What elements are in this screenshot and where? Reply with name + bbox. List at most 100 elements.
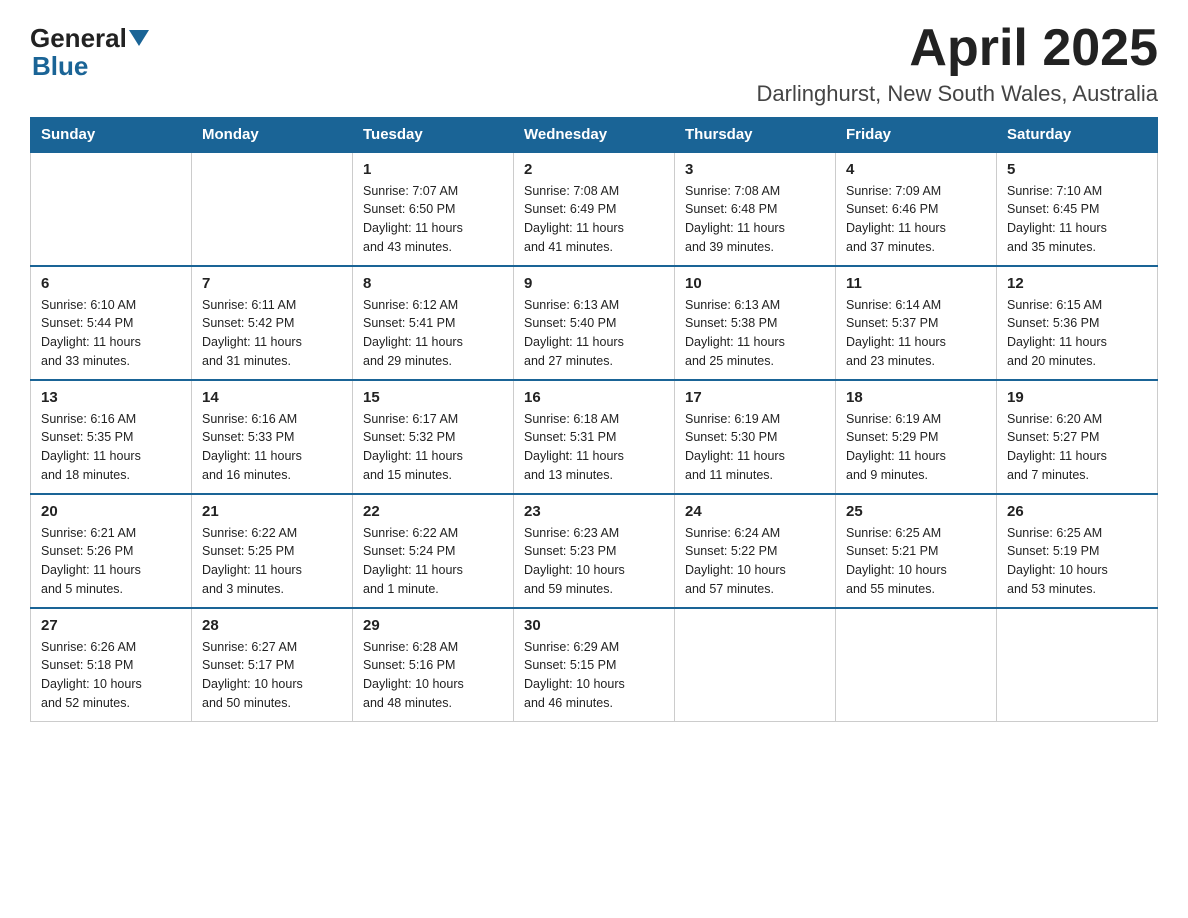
- day-info: Sunrise: 6:13 AM Sunset: 5:38 PM Dayligh…: [685, 296, 825, 371]
- calendar-cell: 29Sunrise: 6:28 AM Sunset: 5:16 PM Dayli…: [353, 608, 514, 722]
- calendar-cell: 10 Sunrise: 6:13 AM Sunset: 5:38 PM Dayli…: [675, 266, 836, 380]
- day-number: 4: [846, 161, 986, 178]
- calendar-cell: 24 Sunrise: 6:24 AM Sunset: 5:22 PM Dayli…: [675, 494, 836, 608]
- day-info: Sunrise: 7:10 AM Sunset: 6:45 PM Dayligh…: [1007, 182, 1147, 257]
- logo-general: General: [30, 25, 127, 51]
- calendar-cell: 11Sunrise: 6:14 AM Sunset: 5:37 PM Dayli…: [836, 266, 997, 380]
- calendar-cell: 16 Sunrise: 6:18 AM Sunset: 5:31 PM Dayli…: [514, 380, 675, 494]
- day-number: 12: [1007, 275, 1147, 292]
- day-number: 23: [524, 503, 664, 520]
- calendar-cell: 19 Sunrise: 6:20 AM Sunset: 5:27 PM Dayli…: [997, 380, 1158, 494]
- calendar-week-5: 27 Sunrise: 6:26 AM Sunset: 5:18 PM Dayli…: [31, 608, 1158, 722]
- day-number: 13: [41, 389, 181, 406]
- calendar-cell: 25 Sunrise: 6:25 AM Sunset: 5:21 PM Dayli…: [836, 494, 997, 608]
- calendar-cell: 20 Sunrise: 6:21 AM Sunset: 5:26 PM Dayli…: [31, 494, 192, 608]
- calendar-cell: [192, 152, 353, 266]
- calendar-week-2: 6 Sunrise: 6:10 AM Sunset: 5:44 PM Daylig…: [31, 266, 1158, 380]
- day-info: Sunrise: 7:07 AM Sunset: 6:50 PM Dayligh…: [363, 182, 503, 257]
- day-info: Sunrise: 6:11 AM Sunset: 5:42 PM Dayligh…: [202, 296, 342, 371]
- day-info: Sunrise: 6:10 AM Sunset: 5:44 PM Dayligh…: [41, 296, 181, 371]
- day-info: Sunrise: 6:17 AM Sunset: 5:32 PM Dayligh…: [363, 410, 503, 485]
- calendar-table: SundayMondayTuesdayWednesdayThursdayFrid…: [30, 117, 1158, 722]
- calendar-cell: [836, 608, 997, 722]
- day-info: Sunrise: 6:19 AM Sunset: 5:30 PM Dayligh…: [685, 410, 825, 485]
- day-info: Sunrise: 6:16 AM Sunset: 5:33 PM Dayligh…: [202, 410, 342, 485]
- calendar-cell: 17 Sunrise: 6:19 AM Sunset: 5:30 PM Dayli…: [675, 380, 836, 494]
- day-number: 1: [363, 161, 503, 178]
- day-number: 6: [41, 275, 181, 292]
- calendar-cell: 15 Sunrise: 6:17 AM Sunset: 5:32 PM Dayli…: [353, 380, 514, 494]
- col-header-thursday: Thursday: [675, 118, 836, 153]
- day-number: 27: [41, 617, 181, 634]
- day-number: 17: [685, 389, 825, 406]
- calendar-cell: 18Sunrise: 6:19 AM Sunset: 5:29 PM Dayli…: [836, 380, 997, 494]
- day-number: 22: [363, 503, 503, 520]
- day-info: Sunrise: 7:08 AM Sunset: 6:48 PM Dayligh…: [685, 182, 825, 257]
- calendar-cell: 9Sunrise: 6:13 AM Sunset: 5:40 PM Daylig…: [514, 266, 675, 380]
- day-info: Sunrise: 6:25 AM Sunset: 5:21 PM Dayligh…: [846, 524, 986, 599]
- calendar-cell: 12 Sunrise: 6:15 AM Sunset: 5:36 PM Dayli…: [997, 266, 1158, 380]
- day-info: Sunrise: 6:12 AM Sunset: 5:41 PM Dayligh…: [363, 296, 503, 371]
- day-info: Sunrise: 6:25 AM Sunset: 5:19 PM Dayligh…: [1007, 524, 1147, 599]
- day-number: 24: [685, 503, 825, 520]
- day-number: 5: [1007, 161, 1147, 178]
- col-header-wednesday: Wednesday: [514, 118, 675, 153]
- calendar-week-1: 1 Sunrise: 7:07 AM Sunset: 6:50 PM Daylig…: [31, 152, 1158, 266]
- day-number: 9: [524, 275, 664, 292]
- calendar-cell: 8 Sunrise: 6:12 AM Sunset: 5:41 PM Daylig…: [353, 266, 514, 380]
- day-info: Sunrise: 6:18 AM Sunset: 5:31 PM Dayligh…: [524, 410, 664, 485]
- calendar-cell: 3 Sunrise: 7:08 AM Sunset: 6:48 PM Daylig…: [675, 152, 836, 266]
- day-info: Sunrise: 6:20 AM Sunset: 5:27 PM Dayligh…: [1007, 410, 1147, 485]
- day-info: Sunrise: 6:22 AM Sunset: 5:25 PM Dayligh…: [202, 524, 342, 599]
- calendar-cell: 21Sunrise: 6:22 AM Sunset: 5:25 PM Dayli…: [192, 494, 353, 608]
- calendar-cell: 26 Sunrise: 6:25 AM Sunset: 5:19 PM Dayli…: [997, 494, 1158, 608]
- day-info: Sunrise: 6:24 AM Sunset: 5:22 PM Dayligh…: [685, 524, 825, 599]
- day-info: Sunrise: 7:08 AM Sunset: 6:49 PM Dayligh…: [524, 182, 664, 257]
- col-header-saturday: Saturday: [997, 118, 1158, 153]
- day-info: Sunrise: 7:09 AM Sunset: 6:46 PM Dayligh…: [846, 182, 986, 257]
- day-number: 28: [202, 617, 342, 634]
- calendar-cell: 23 Sunrise: 6:23 AM Sunset: 5:23 PM Dayli…: [514, 494, 675, 608]
- calendar-cell: 27 Sunrise: 6:26 AM Sunset: 5:18 PM Dayli…: [31, 608, 192, 722]
- page-header: General Blue April 2025 Darlinghurst, Ne…: [30, 20, 1158, 107]
- day-info: Sunrise: 6:23 AM Sunset: 5:23 PM Dayligh…: [524, 524, 664, 599]
- day-number: 10: [685, 275, 825, 292]
- day-number: 30: [524, 617, 664, 634]
- day-number: 29: [363, 617, 503, 634]
- month-title: April 2025: [757, 20, 1158, 77]
- calendar-cell: 6 Sunrise: 6:10 AM Sunset: 5:44 PM Daylig…: [31, 266, 192, 380]
- day-number: 25: [846, 503, 986, 520]
- day-number: 8: [363, 275, 503, 292]
- day-info: Sunrise: 6:29 AM Sunset: 5:15 PM Dayligh…: [524, 638, 664, 713]
- day-number: 14: [202, 389, 342, 406]
- calendar-cell: [675, 608, 836, 722]
- day-info: Sunrise: 6:27 AM Sunset: 5:17 PM Dayligh…: [202, 638, 342, 713]
- calendar-cell: 30 Sunrise: 6:29 AM Sunset: 5:15 PM Dayli…: [514, 608, 675, 722]
- calendar-week-3: 13 Sunrise: 6:16 AM Sunset: 5:35 PM Dayli…: [31, 380, 1158, 494]
- day-info: Sunrise: 6:22 AM Sunset: 5:24 PM Dayligh…: [363, 524, 503, 599]
- day-number: 15: [363, 389, 503, 406]
- logo-text: General: [30, 25, 151, 51]
- calendar-cell: [31, 152, 192, 266]
- calendar-cell: 5 Sunrise: 7:10 AM Sunset: 6:45 PM Daylig…: [997, 152, 1158, 266]
- calendar-cell: 7Sunrise: 6:11 AM Sunset: 5:42 PM Daylig…: [192, 266, 353, 380]
- col-header-friday: Friday: [836, 118, 997, 153]
- day-number: 26: [1007, 503, 1147, 520]
- day-number: 20: [41, 503, 181, 520]
- calendar-cell: 4 Sunrise: 7:09 AM Sunset: 6:46 PM Daylig…: [836, 152, 997, 266]
- day-info: Sunrise: 6:15 AM Sunset: 5:36 PM Dayligh…: [1007, 296, 1147, 371]
- col-header-sunday: Sunday: [31, 118, 192, 153]
- logo-blue: Blue: [30, 51, 88, 82]
- day-info: Sunrise: 6:16 AM Sunset: 5:35 PM Dayligh…: [41, 410, 181, 485]
- day-info: Sunrise: 6:21 AM Sunset: 5:26 PM Dayligh…: [41, 524, 181, 599]
- calendar-cell: 22 Sunrise: 6:22 AM Sunset: 5:24 PM Dayli…: [353, 494, 514, 608]
- calendar-week-4: 20 Sunrise: 6:21 AM Sunset: 5:26 PM Dayli…: [31, 494, 1158, 608]
- day-number: 2: [524, 161, 664, 178]
- calendar-cell: 28 Sunrise: 6:27 AM Sunset: 5:17 PM Dayli…: [192, 608, 353, 722]
- calendar-header-row: SundayMondayTuesdayWednesdayThursdayFrid…: [31, 118, 1158, 153]
- day-info: Sunrise: 6:26 AM Sunset: 5:18 PM Dayligh…: [41, 638, 181, 713]
- day-number: 3: [685, 161, 825, 178]
- logo: General Blue: [30, 20, 151, 82]
- day-number: 16: [524, 389, 664, 406]
- day-number: 19: [1007, 389, 1147, 406]
